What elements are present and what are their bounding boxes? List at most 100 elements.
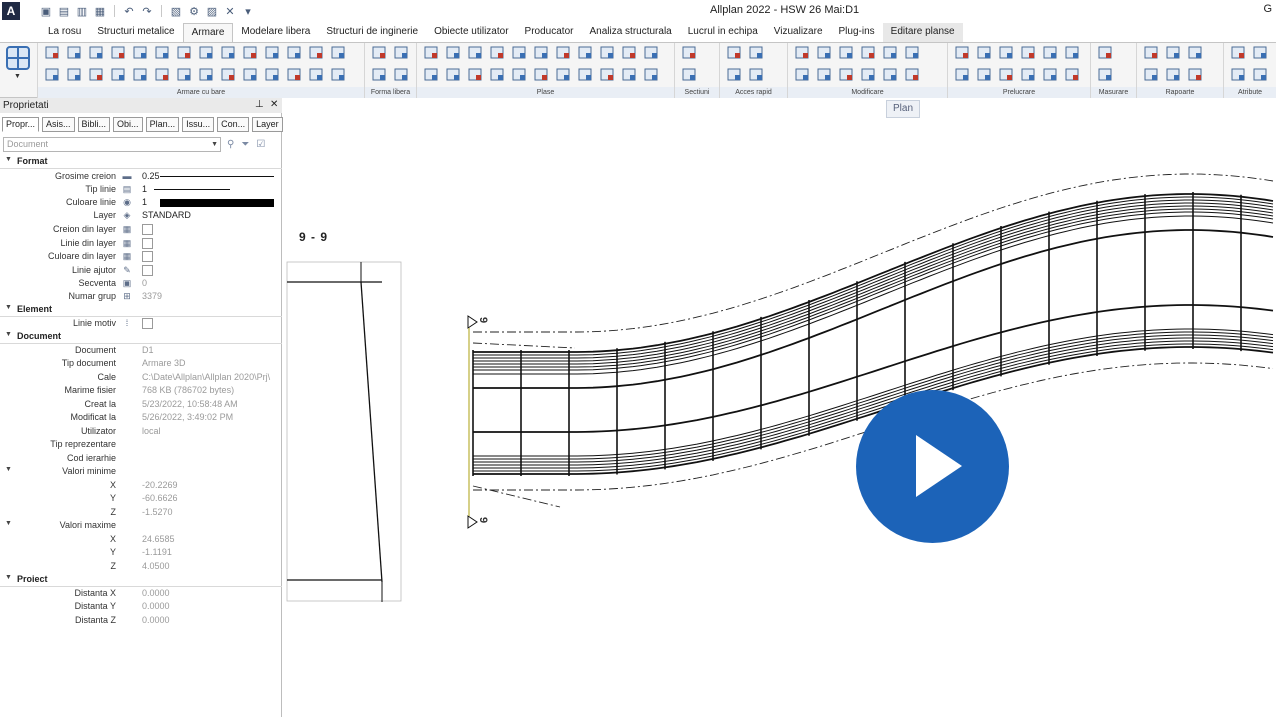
ptab-biblioteca[interactable]: Bibli... [77,117,111,132]
ribbon-tool-icon[interactable] [861,68,875,81]
filter-icon[interactable]: ⏷ [241,139,249,150]
ribbon-tool-icon[interactable] [534,46,548,59]
tab-vizualizare[interactable]: Vizualizare [766,23,831,42]
ribbon-tool-icon[interactable] [749,68,763,81]
print-icon[interactable]: ▧ [168,3,184,19]
checkbox[interactable] [142,265,153,276]
redo-icon[interactable]: ↷ [139,3,155,19]
ribbon-tool-icon[interactable] [111,68,125,81]
tools-icon[interactable]: ✕ [222,3,238,19]
prop-grosime-creion[interactable]: Grosime creion ▬ 0.25 [0,171,282,184]
ribbon-tool-icon[interactable] [1144,46,1158,59]
collapse-icon[interactable]: ▼ [5,466,12,473]
ptab-layer[interactable]: Layer [252,117,283,132]
prop-numar-grup[interactable]: Numar grup ⊞ 3379 [0,291,282,304]
ribbon-tool-icon[interactable] [287,46,301,59]
ptab-connect[interactable]: Con... [217,117,250,132]
tab-producator[interactable]: Producator [517,23,582,42]
section-element[interactable]: ▼ Element [0,304,282,317]
tab-armare[interactable]: Armare [182,23,234,42]
ptab-planuri[interactable]: Plan... [145,117,180,132]
ribbon-tool-icon[interactable] [372,46,386,59]
ribbon-tool-icon[interactable] [1231,46,1245,59]
ribbon-tool-icon[interactable] [1043,68,1057,81]
ribbon-tool-icon[interactable] [727,68,741,81]
ribbon-tool-icon[interactable] [955,68,969,81]
checkbox[interactable] [142,251,153,262]
ribbon-tool-icon[interactable] [155,46,169,59]
armare-cu-bare-tools[interactable] [38,43,365,87]
prop-creion-din-layer[interactable]: Creion din layer ▦ [0,224,282,237]
atribute-tools[interactable] [1224,43,1276,87]
ptab-asistent[interactable]: Asis... [42,117,75,132]
new-icon[interactable]: ▣ [38,3,54,19]
ribbon-tool-icon[interactable] [45,46,59,59]
modificare-tools[interactable] [788,43,948,87]
ribbon-tool-icon[interactable] [309,46,323,59]
ribbon-tool-icon[interactable] [199,68,213,81]
tab-lucrul-in-echipa[interactable]: Lucrul in echipa [680,23,766,42]
settings-icon[interactable]: ⚙ [186,3,202,19]
prop-secventa[interactable]: Secventa ▣ 0 [0,278,282,291]
prop-linie-din-layer[interactable]: Linie din layer ▦ [0,238,282,251]
ribbon-tool-icon[interactable] [67,68,81,81]
ribbon-tool-icon[interactable] [490,68,504,81]
close-icon[interactable]: ✕ [270,99,278,110]
undo-icon[interactable]: ↶ [121,3,137,19]
ribbon-tool-icon[interactable] [1065,68,1079,81]
ribbon-tool-icon[interactable] [424,46,438,59]
ribbon-tool-icon[interactable] [795,68,809,81]
save-icon[interactable]: ▥ [74,3,90,19]
view-icon[interactable]: ▨ [204,3,220,19]
ribbon-tool-icon[interactable] [727,46,741,59]
masurare-tools[interactable] [1091,43,1137,87]
ribbon-tool-icon[interactable] [468,68,482,81]
forma-libera-tools[interactable] [365,43,417,87]
ribbon-tool-icon[interactable] [372,68,386,81]
section-proiect[interactable]: ▼ Proiect [0,574,282,587]
rapoarte-tools[interactable] [1137,43,1224,87]
ribbon-tool-icon[interactable] [199,46,213,59]
ribbon-tool-icon[interactable] [817,46,831,59]
tab-plug-ins[interactable]: Plug-ins [831,23,883,42]
prop-layer[interactable]: Layer ◈ STANDARD [0,210,282,223]
checkbox[interactable] [142,224,153,235]
ribbon-tool-icon[interactable] [1166,68,1180,81]
tab-editare-planse[interactable]: Editare planse [882,23,963,42]
tab-la-rosu[interactable]: La rosu [40,23,89,42]
ribbon-tool-icon[interactable] [1021,46,1035,59]
ribbon-tool-icon[interactable] [490,46,504,59]
acces-rapid-tools[interactable] [720,43,788,87]
tab-structuri-inginerie[interactable]: Structuri de inginerie [318,23,426,42]
ribbon-tool-icon[interactable] [839,46,853,59]
ribbon-tool-icon[interactable] [600,68,614,81]
ribbon-tool-icon[interactable] [556,68,570,81]
ribbon-tool-icon[interactable] [446,68,460,81]
ribbon-tool-icon[interactable] [817,68,831,81]
prop-valori-minime[interactable]: ▼ Valori minime [0,466,282,479]
ribbon-tool-icon[interactable] [1144,68,1158,81]
prop-tip-linie[interactable]: Tip linie ▤ 1 [0,184,282,197]
ptab-issues[interactable]: Issu... [182,117,215,132]
ribbon-tool-icon[interactable] [45,68,59,81]
ribbon-tool-icon[interactable] [556,46,570,59]
prop-value[interactable]: STANDARD [142,210,191,220]
ribbon-tool-icon[interactable] [111,46,125,59]
ribbon-tool-icon[interactable] [1098,68,1112,81]
search-icon[interactable]: ⚲ [227,139,234,150]
ribbon-tool-icon[interactable] [795,46,809,59]
ribbon-tool-icon[interactable] [394,68,408,81]
prop-value[interactable]: 0.25 [142,171,160,181]
ribbon-tool-icon[interactable] [1021,68,1035,81]
chevron-down-icon[interactable]: ▼ [14,73,21,80]
ribbon-tool-icon[interactable] [682,46,696,59]
ribbon-tool-icon[interactable] [905,46,919,59]
sectiuni-tools[interactable] [675,43,720,87]
ribbon-tool-icon[interactable] [89,68,103,81]
ribbon-tool-icon[interactable] [883,68,897,81]
ribbon-tool-icon[interactable] [446,46,460,59]
ribbon-tool-icon[interactable] [177,46,191,59]
ribbon-tool-icon[interactable] [265,68,279,81]
collapse-icon[interactable]: ▼ [5,156,12,163]
tab-modelare-libera[interactable]: Modelare libera [233,23,318,42]
